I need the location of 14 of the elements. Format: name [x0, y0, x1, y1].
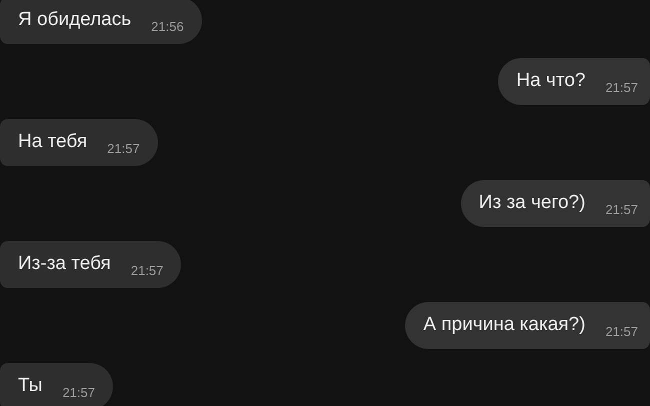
- message-time: 21:57: [107, 140, 140, 158]
- message-text: Ты: [18, 374, 42, 398]
- message-text: Из за чего?): [478, 191, 586, 216]
- message-time: 21:57: [605, 200, 638, 219]
- message-time: 21:57: [62, 384, 95, 402]
- message-time: 21:57: [130, 262, 164, 280]
- message-text: Из-за тебя: [18, 252, 111, 276]
- message-time: 21:56: [151, 18, 184, 36]
- message-text: На что?: [516, 69, 586, 94]
- message-text: А причина какая?): [423, 313, 586, 338]
- message-text: На тебя: [18, 130, 88, 154]
- message-text: Я обиделась: [18, 8, 132, 32]
- message-time: 21:57: [605, 322, 638, 341]
- message-time: 21:57: [605, 78, 638, 97]
